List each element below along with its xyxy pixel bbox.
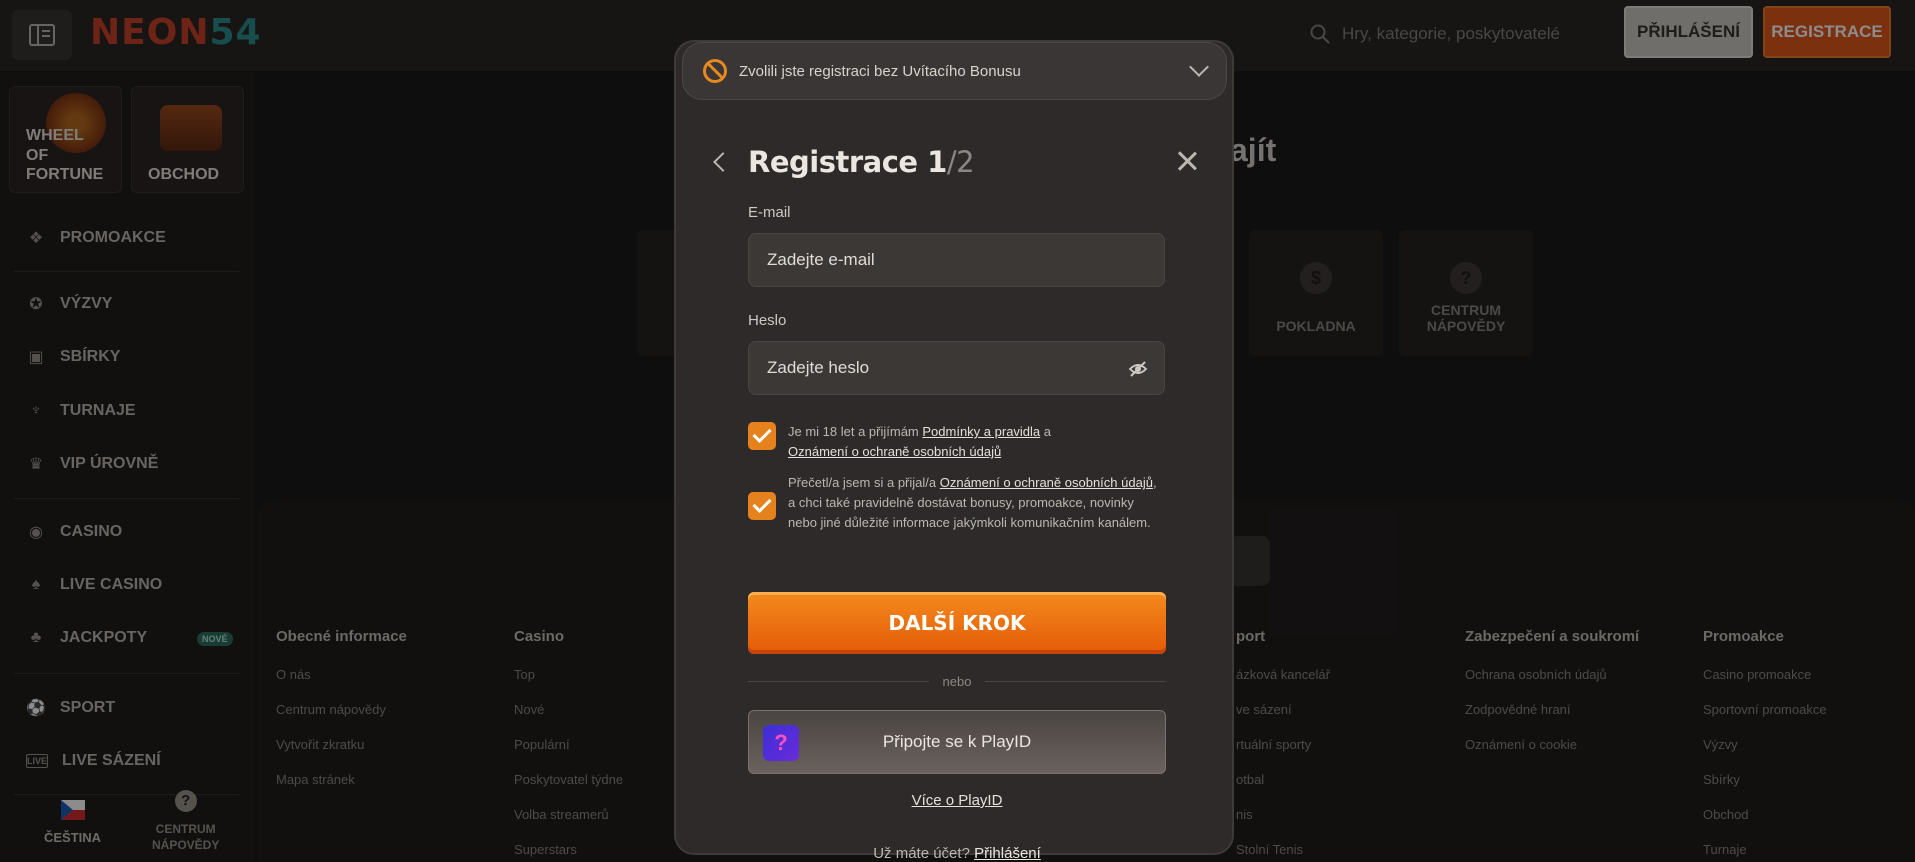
email-label: E-mail — [748, 204, 791, 221]
eye-off-icon[interactable] — [1128, 359, 1148, 379]
have-account-text: Už máte účet? — [873, 845, 970, 862]
bonus-notice-dropdown[interactable]: Zvolili jste registraci bez Uvítacího Bo… — [682, 42, 1227, 100]
bonus-notice-text: Zvolili jste registraci bez Uvítacího Bo… — [739, 62, 1021, 80]
consent-terms-row: Je mi 18 let a přijímám Podmínky a pravi… — [748, 422, 1166, 462]
privacy-link[interactable]: Oznámení o ochraně osobních údajů — [788, 444, 1001, 459]
have-account-row: Už máte účet? Přihlášení — [748, 845, 1166, 862]
consent-text: a — [1040, 424, 1051, 439]
step-current: 1 — [927, 145, 947, 179]
divider-line — [985, 681, 1167, 682]
login-link[interactable]: Přihlášení — [974, 845, 1041, 862]
more-playid-link[interactable]: Více o PlayID — [748, 792, 1166, 809]
close-icon[interactable] — [1174, 148, 1200, 174]
password-placeholder: Zadejte heslo — [767, 358, 870, 377]
divider-line — [748, 681, 929, 682]
next-step-button[interactable]: DALŠÍ KROK — [748, 592, 1166, 654]
or-label: nebo — [942, 674, 972, 689]
privacy-link[interactable]: Oznámení o ochraně osobních údajů — [940, 475, 1153, 490]
registration-modal: Zvolili jste registraci bez Uvítacího Bo… — [674, 40, 1234, 862]
password-field[interactable]: Zadejte heslo — [748, 341, 1165, 395]
chevron-down-icon — [1189, 57, 1209, 77]
or-divider: nebo — [748, 674, 1167, 689]
consent-marketing-text: Přečetl/a jsem si a přijal/a Oznámení o … — [788, 473, 1166, 533]
modal-header: Registrace 1/2 — [710, 142, 1200, 182]
email-placeholder: Zadejte e-mail — [767, 250, 875, 269]
modal-title: Registrace 1/2 — [748, 145, 975, 179]
playid-logo-icon: ? — [763, 725, 799, 761]
back-arrow-icon[interactable] — [713, 152, 733, 172]
playid-label: Připojte se k PlayID — [882, 732, 1032, 751]
playid-button[interactable]: ? Připojte se k PlayID — [748, 710, 1166, 774]
password-label: Heslo — [748, 312, 787, 329]
consent-marketing-row: Přečetl/a jsem si a přijal/a Oznámení o … — [748, 473, 1166, 533]
consent-terms-text: Je mi 18 let a přijímám Podmínky a pravi… — [788, 422, 1051, 462]
consent-text: Je mi 18 let a přijímám — [788, 424, 923, 439]
no-bonus-icon — [703, 59, 727, 83]
email-field[interactable]: Zadejte e-mail — [748, 233, 1165, 287]
title-text: Registrace — [748, 145, 918, 179]
step-total: /2 — [946, 145, 975, 179]
terms-checkbox[interactable] — [748, 422, 776, 450]
terms-link[interactable]: Podmínky a pravidla — [922, 424, 1040, 439]
consent-text: Přečetl/a jsem si a přijal/a — [788, 475, 940, 490]
marketing-checkbox[interactable] — [748, 492, 776, 520]
